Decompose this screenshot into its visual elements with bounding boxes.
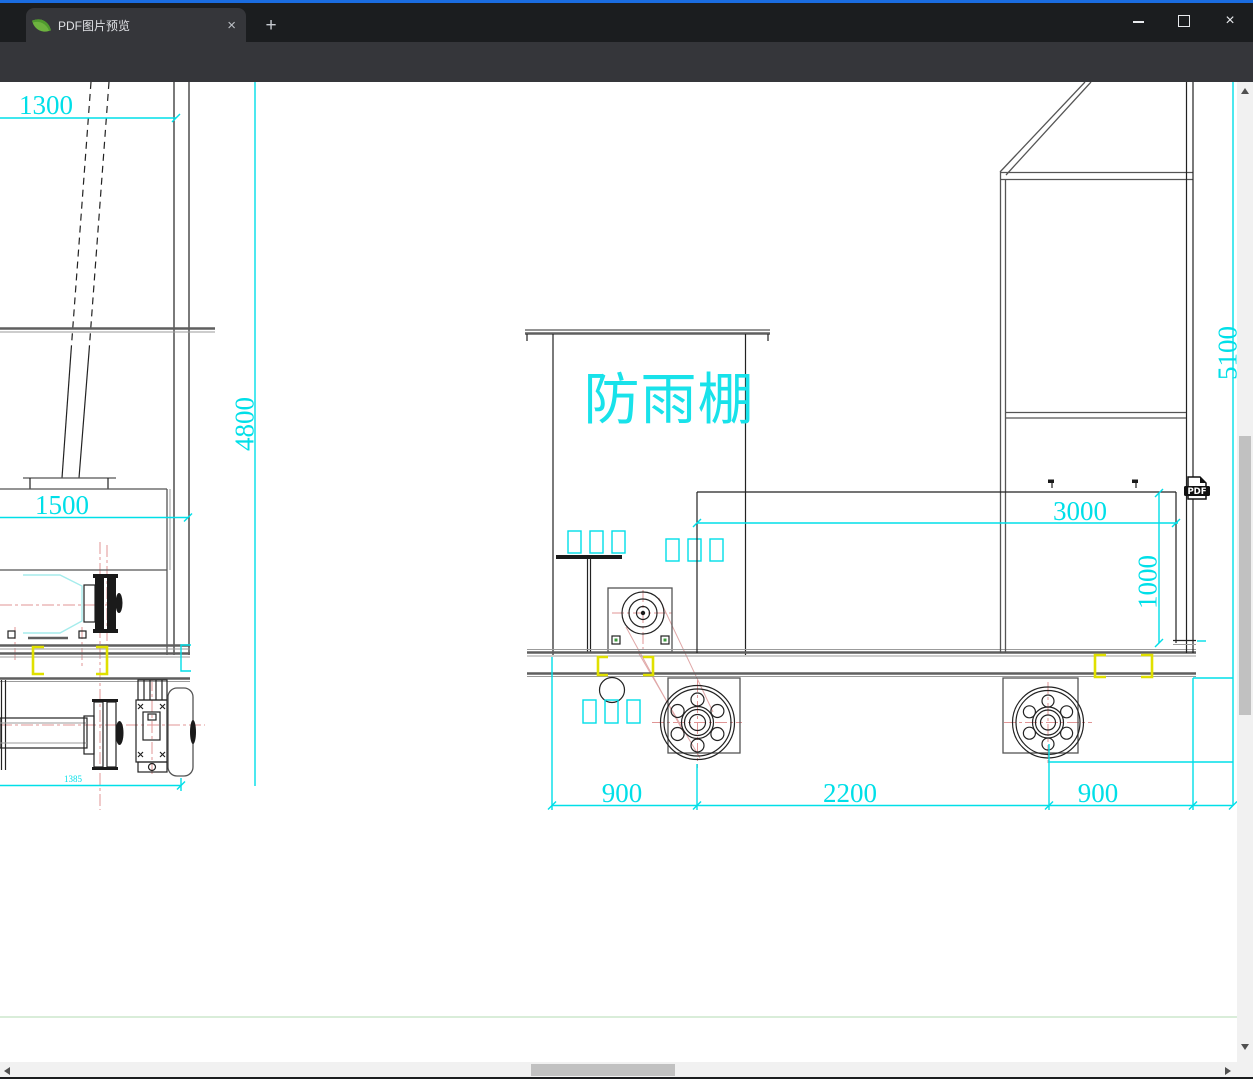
vertical-scrollbar[interactable] (1237, 82, 1253, 1062)
horizontal-scrollbar-thumb[interactable] (531, 1064, 675, 1076)
tab-strip: PDF图片预览 × + × (0, 3, 1253, 42)
scroll-down-arrow[interactable] (1241, 1044, 1249, 1050)
left-view (0, 82, 215, 777)
maximize-button[interactable] (1161, 6, 1207, 36)
dim-1385: 1385 (64, 774, 83, 784)
clamp-yellow-left-b (96, 645, 109, 676)
dim-1300: 1300 (19, 90, 73, 120)
dim-900-right: 900 (1078, 778, 1119, 808)
dim-900-left: 900 (602, 778, 643, 808)
dim-4800: 4800 (229, 397, 259, 451)
pdf-download-badge[interactable]: PDF (1184, 476, 1210, 500)
scroll-right-arrow[interactable] (1225, 1066, 1231, 1075)
scroll-up-arrow[interactable] (1241, 88, 1249, 94)
dim-1000: 1000 (1132, 555, 1162, 609)
dim-5100: 5100 (1212, 326, 1237, 380)
tab-pdf-preview[interactable]: PDF图片预览 × (26, 8, 246, 42)
new-tab-button[interactable]: + (258, 13, 284, 39)
cad-drawing: 1300 4800 1500 1385 900 2200 900 3000 10… (0, 82, 1237, 1018)
minimize-button[interactable] (1115, 6, 1161, 36)
tab-close-icon[interactable]: × (225, 18, 238, 33)
dim-1500: 1500 (35, 490, 89, 520)
rain-shelter-label: 防雨棚 (584, 368, 755, 433)
scroll-left-arrow[interactable] (4, 1066, 10, 1075)
tab-title: PDF图片预览 (58, 18, 131, 33)
pdf-preview-page[interactable]: 1300 4800 1500 1385 900 2200 900 3000 10… (0, 82, 1237, 1062)
browser-toolbar: ← → localhost:8012/onlinePreview?url=htt… (0, 42, 1253, 119)
clamp-yellow-left-a (31, 645, 44, 676)
right-view (696, 82, 1206, 653)
window-controls: × (1115, 6, 1253, 36)
dim-2200: 2200 (823, 778, 877, 808)
window-close-button[interactable]: × (1207, 6, 1253, 36)
dim-3000: 3000 (1053, 496, 1107, 526)
vertical-scrollbar-thumb[interactable] (1239, 436, 1251, 715)
spring-leaf-favicon (32, 15, 51, 35)
browser-window: PDF图片预览 × + × ← → (0, 0, 1253, 1079)
pdf-badge-text: PDF (1187, 487, 1206, 497)
